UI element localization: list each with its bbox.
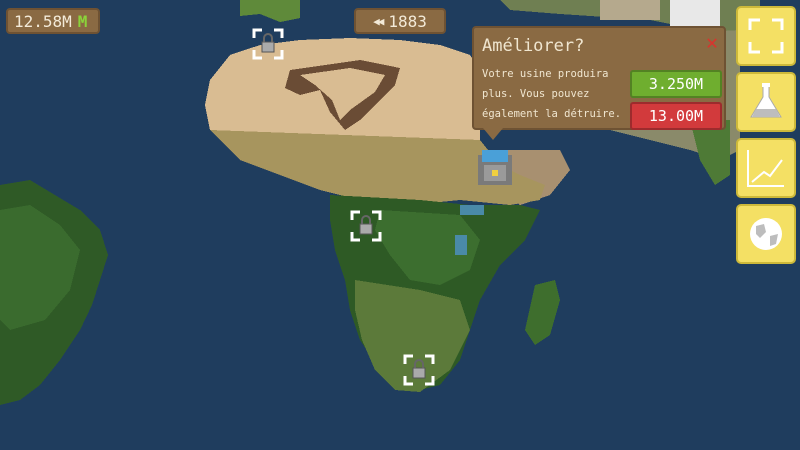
chart-icon [747,150,784,187]
lock-icon [350,210,382,242]
factory-building[interactable] [478,150,512,185]
popup-title: Améliorer? [482,36,585,56]
locked-region-europe[interactable] [252,28,284,60]
destroy-button[interactable]: 13.00M [630,102,722,130]
close-icon[interactable]: ✕ [706,30,718,54]
rewind-icon[interactable]: ◀◀ [373,15,384,28]
fullscreen-icon [748,18,784,54]
lock-icon [252,28,284,60]
popup-description: Votre usine produira plus. Vous pouvez é… [482,68,622,120]
popup-pointer [483,128,503,140]
locked-region-south-africa[interactable] [403,354,435,386]
globe-icon [750,218,782,250]
fullscreen-button[interactable] [736,6,796,66]
flask-icon [750,83,782,118]
upgrade-button[interactable]: 3.250M [630,70,722,98]
world-button[interactable] [736,204,796,264]
year-value: 1883 [388,11,427,31]
money-display: 12.58M M [6,8,100,34]
locked-region-central-africa[interactable] [350,210,382,242]
research-button[interactable] [736,72,796,132]
year-display[interactable]: ◀◀ 1883 [354,8,446,34]
statistics-button[interactable] [736,138,796,198]
lock-icon [403,354,435,386]
money-value: 12.58M [14,11,72,31]
upgrade-popup: Améliorer? ✕ Votre usine produira plus. … [472,26,726,130]
money-currency-icon: M [77,11,88,31]
